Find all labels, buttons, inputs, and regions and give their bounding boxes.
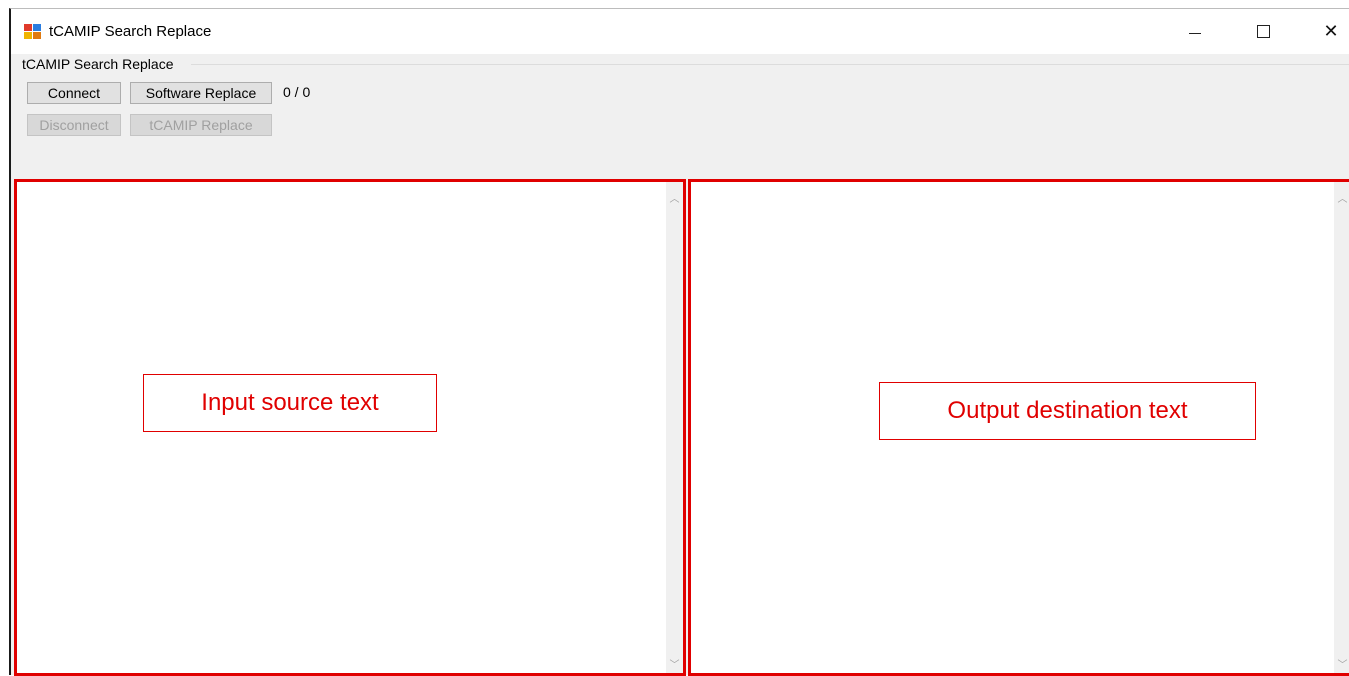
output-textbox[interactable]: ︿ ﹀ Output destination text bbox=[688, 179, 1349, 676]
maximize-button[interactable] bbox=[1240, 9, 1286, 54]
software-replace-button[interactable]: Software Replace bbox=[130, 82, 272, 104]
input-textbox[interactable]: ︿ ﹀ Input source text bbox=[14, 179, 686, 676]
chevron-down-icon[interactable]: ﹀ bbox=[1334, 656, 1349, 671]
close-icon: ✕ bbox=[1323, 21, 1339, 41]
output-scrollbar[interactable]: ︿ ﹀ bbox=[1334, 182, 1349, 673]
app-icon bbox=[24, 24, 42, 40]
groupbox-label: tCAMIP Search Replace bbox=[22, 56, 177, 72]
chevron-up-icon[interactable]: ︿ bbox=[1334, 190, 1349, 205]
minimize-icon bbox=[1189, 33, 1201, 34]
chevron-up-icon[interactable]: ︿ bbox=[666, 190, 683, 205]
disconnect-button[interactable]: Disconnect bbox=[27, 114, 121, 136]
minimize-button[interactable] bbox=[1172, 9, 1218, 54]
app-window: tCAMIP Search Replace ✕ tCAMIP Search Re… bbox=[9, 8, 1349, 676]
tcamip-replace-button[interactable]: tCAMIP Replace bbox=[130, 114, 272, 136]
window-title: tCAMIP Search Replace bbox=[49, 23, 212, 40]
input-scrollbar[interactable]: ︿ ﹀ bbox=[666, 182, 683, 673]
input-annotation-label: Input source text bbox=[143, 374, 437, 432]
output-annotation-label: Output destination text bbox=[879, 382, 1256, 440]
close-button[interactable]: ✕ bbox=[1308, 9, 1349, 54]
connect-button[interactable]: Connect bbox=[27, 82, 121, 104]
chevron-down-icon[interactable]: ﹀ bbox=[666, 656, 683, 671]
groupbox-border bbox=[191, 64, 1349, 65]
maximize-icon bbox=[1256, 25, 1270, 38]
title-bar[interactable]: tCAMIP Search Replace ✕ bbox=[11, 9, 1349, 54]
progress-counter: 0 / 0 bbox=[283, 84, 311, 100]
